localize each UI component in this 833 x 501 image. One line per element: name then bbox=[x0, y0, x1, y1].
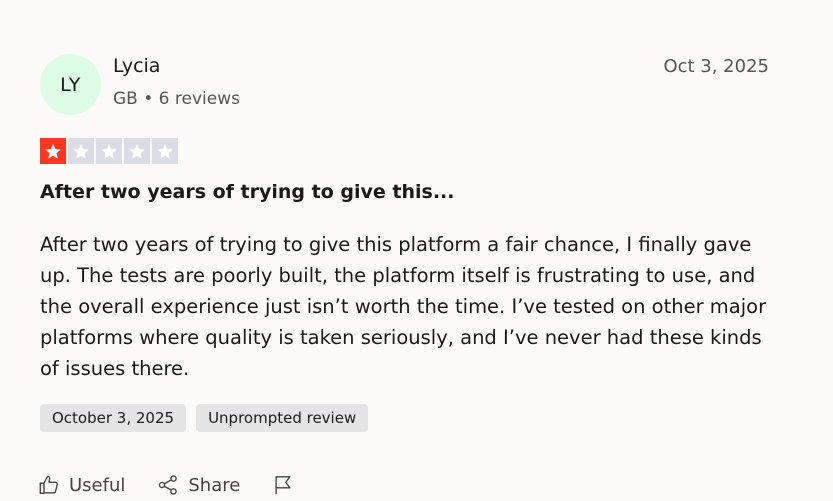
useful-label: Useful bbox=[69, 474, 126, 496]
star-icon bbox=[40, 138, 66, 164]
star-icon bbox=[152, 138, 178, 164]
report-button[interactable] bbox=[272, 474, 294, 496]
flag-icon bbox=[275, 476, 291, 495]
star-rating bbox=[40, 138, 178, 164]
share-button[interactable]: Share bbox=[157, 474, 240, 496]
avatar[interactable]: LY bbox=[40, 54, 101, 115]
share-icon bbox=[159, 475, 178, 495]
review-card: LY Lycia GB • 6 reviews Oct 3, 2025 Afte… bbox=[0, 0, 833, 501]
review-title[interactable]: After two years of trying to give this..… bbox=[40, 181, 454, 203]
review-actions: Useful Share bbox=[38, 474, 326, 496]
star-icon bbox=[96, 138, 122, 164]
share-label: Share bbox=[188, 474, 241, 496]
star-icon bbox=[68, 138, 94, 164]
review-type-tag[interactable]: Unprompted review bbox=[196, 404, 369, 432]
review-body: After two years of trying to give this p… bbox=[40, 233, 767, 380]
useful-button[interactable]: Useful bbox=[38, 474, 125, 496]
thumbs-up-icon bbox=[39, 475, 58, 494]
reviewer-name[interactable]: Lycia bbox=[113, 55, 160, 77]
review-date: Oct 3, 2025 bbox=[663, 56, 769, 77]
date-tag: October 3, 2025 bbox=[40, 404, 187, 432]
star-icon bbox=[124, 138, 150, 164]
review-tags: October 3, 2025 Unprompted review bbox=[40, 404, 369, 432]
reviewer-meta: GB • 6 reviews bbox=[113, 89, 240, 109]
